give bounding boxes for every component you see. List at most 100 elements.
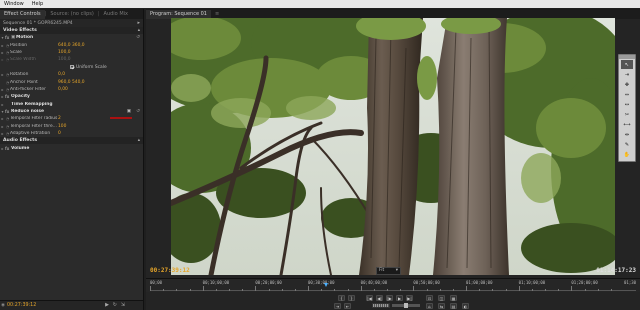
rolling-edit-tool-icon[interactable]: ⇔: [621, 90, 633, 99]
ruler-tick-label: 00;20;00;00: [255, 280, 282, 285]
ruler-tick-line: [387, 289, 388, 291]
anchor-x-value[interactable]: 960,0: [58, 80, 72, 85]
show-timeline-icon[interactable]: ▸: [137, 20, 140, 26]
go-to-next-edit-icon[interactable]: ⇥: [334, 303, 341, 309]
ruler-tick-line: [571, 286, 573, 291]
loop-icon[interactable]: ↻: [113, 302, 117, 308]
go-to-out-icon[interactable]: ▶|: [406, 295, 413, 301]
tools-panel: ↖ ⇥ ✥ ⇔ ↔ ✂ ⟷ ⇹ ✎ ✋: [618, 54, 636, 162]
position-y-value[interactable]: 360,0: [72, 43, 86, 48]
reset-icon[interactable]: ↺: [136, 109, 140, 114]
ruler-tick-label: 01;20;00;00: [571, 280, 598, 285]
scroll-icon[interactable]: ▴: [138, 138, 140, 143]
transport-controls: {} |◀ ◀| |▶ ▶ ▶| ⊡ ◫ ▦ ⇥ ⇤ ⌂ ⇆ ▤ ◐: [146, 293, 640, 310]
export-icon[interactable]: ⇲: [121, 302, 125, 308]
playhead-marker[interactable]: [324, 283, 329, 287]
menu-window[interactable]: Window: [0, 1, 28, 7]
zoom-fit-select[interactable]: Fit ▾: [376, 267, 401, 275]
uniform-scale-checkbox[interactable]: [70, 65, 74, 70]
program-current-timecode[interactable]: 00:27:39:12: [150, 267, 190, 274]
slip-tool-icon[interactable]: ⟷: [621, 120, 633, 129]
volume-row[interactable]: ▸ fx Volume: [0, 144, 143, 151]
output-icon[interactable]: ◫: [438, 295, 445, 301]
selection-tool-icon[interactable]: ↖: [621, 60, 633, 69]
uniform-scale-label: Uniform Scale: [76, 64, 107, 70]
video-frame[interactable]: [171, 18, 615, 275]
rotation-value[interactable]: 0,0: [58, 72, 72, 77]
anti-flicker-row: ▸ ◔ Anti-flicker Filter 0,00: [0, 86, 143, 93]
play-audio-icon[interactable]: ▶: [105, 302, 109, 308]
scroll-up-icon[interactable]: ▴: [138, 28, 140, 33]
ruler-tick-line: [215, 289, 217, 291]
scale-value[interactable]: 100,0: [58, 50, 72, 55]
ruler-tick-line: [347, 289, 349, 291]
play-icon[interactable]: ▶: [396, 295, 403, 301]
track-select-tool-icon[interactable]: ⇥: [621, 70, 633, 79]
tab-effect-controls[interactable]: Effect Controls: [0, 10, 45, 19]
tab-source[interactable]: Source: (no clips): [46, 10, 97, 19]
adaptive-filtration-value[interactable]: 0: [58, 131, 72, 136]
motion-row[interactable]: ▾ fx ▣ Motion ↺: [0, 34, 143, 41]
opacity-label: Opacity: [11, 94, 30, 100]
ruler-tick-line: [229, 289, 230, 291]
ruler-tick-line: [294, 289, 296, 291]
ruler-tick-label: 00;00: [150, 280, 163, 285]
temporal-radius-value[interactable]: 2: [58, 116, 72, 121]
temporal-threshold-value[interactable]: 100: [58, 124, 72, 129]
pen-tool-icon[interactable]: ✎: [621, 140, 633, 149]
tab-audio-mixer[interactable]: Audio Mix: [100, 10, 132, 19]
volume-label: Volume: [11, 145, 30, 151]
zoom-icon[interactable]: ◉: [1, 303, 5, 308]
chevron-down-icon: ▾: [395, 268, 398, 273]
trim-monitor-icon[interactable]: ▤: [450, 303, 457, 309]
multi-camera-icon[interactable]: ◐: [462, 303, 469, 309]
scale-width-label: Scale Width: [10, 57, 36, 63]
slide-tool-icon[interactable]: ⇹: [621, 130, 633, 139]
reset-icon[interactable]: ↺: [136, 35, 140, 40]
shuttle-knob[interactable]: [404, 303, 408, 308]
menu-help[interactable]: Help: [28, 1, 47, 7]
step-forward-icon[interactable]: |▶: [386, 295, 393, 301]
extract-icon[interactable]: ⇆: [438, 303, 445, 309]
scale-label: Scale: [10, 49, 22, 55]
go-to-prev-edit-icon[interactable]: ⇤: [344, 303, 351, 309]
mark-out-icon[interactable]: }: [348, 295, 355, 301]
temporal-threshold-label: Temporal Filter thre...: [10, 123, 57, 129]
position-x-value[interactable]: 640,0: [58, 43, 72, 48]
time-remapping-row[interactable]: ▸ Time Remapping: [0, 101, 143, 108]
export-frame-icon[interactable]: ▦: [450, 295, 457, 301]
razor-tool-icon[interactable]: ✂: [621, 110, 633, 119]
time-ruler[interactable]: 00;00 00;10;00;00 00;20;00;00 00;30;00;00 00…: [146, 278, 640, 292]
anti-flicker-value[interactable]: 0,00: [58, 87, 72, 92]
effect-controls-timecode[interactable]: 00:27:39:12: [7, 303, 36, 308]
expand-triangle-icon[interactable]: ▸: [0, 102, 5, 107]
ruler-tick-line: [413, 286, 415, 291]
lift-icon[interactable]: ⌂: [426, 303, 433, 309]
shuttle-slider[interactable]: [392, 303, 420, 308]
adaptive-filtration-label: Adaptive Filtration: [10, 131, 51, 137]
ruler-tick-line: [610, 289, 612, 291]
ruler-tick-label: 01;10;00;00: [518, 280, 546, 285]
sequence-clip-row: Sequence 01 * GOPR6245.MP4 ▸: [0, 19, 143, 27]
go-to-in-icon[interactable]: |◀: [366, 295, 373, 301]
rate-stretch-tool-icon[interactable]: ↔: [621, 100, 633, 109]
hand-tool-icon[interactable]: ✋: [621, 150, 633, 159]
opacity-row[interactable]: ▸ fx Opacity: [0, 93, 143, 100]
ruler-tick-line: [176, 289, 178, 291]
position-row: ▸ ◔ Position 640,0 360,0: [0, 41, 143, 48]
ruler-tick-line: [545, 289, 546, 291]
ripple-edit-tool-icon[interactable]: ✥: [621, 80, 633, 89]
step-back-icon[interactable]: ◀|: [376, 295, 383, 301]
anchor-y-value[interactable]: 540,0: [72, 80, 86, 85]
ruler-tick-line: [597, 289, 599, 291]
mark-in-icon[interactable]: {: [338, 295, 345, 301]
ruler-tick-line: [255, 286, 257, 291]
jog-wheel[interactable]: [372, 303, 390, 308]
ruler-tick-line: [452, 289, 454, 291]
reduce-noise-row[interactable]: ▾ fx Reduce noise ▣ ↺: [0, 108, 143, 115]
safe-margins-icon[interactable]: ⊡: [426, 295, 433, 301]
ruler-tick-line: [202, 286, 204, 291]
ruler-tick-line: [558, 289, 560, 291]
effect-settings-icon[interactable]: ▣: [127, 109, 131, 114]
ruler-tick-line: [268, 289, 270, 291]
